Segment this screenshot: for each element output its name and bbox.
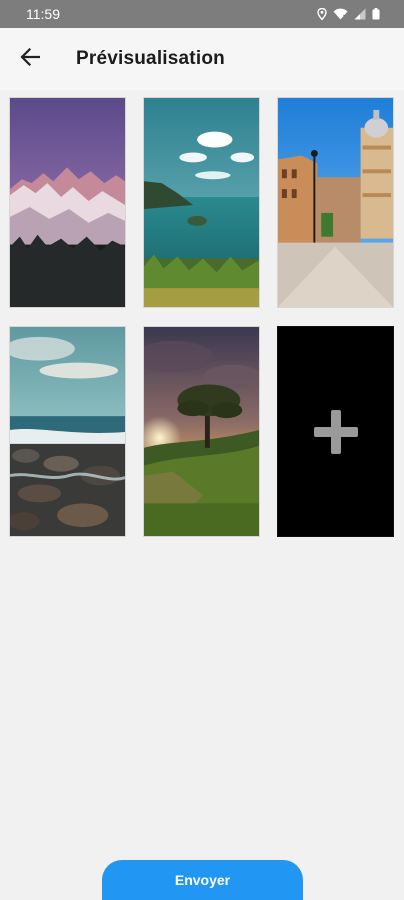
signal-icon bbox=[354, 8, 366, 20]
location-icon bbox=[317, 8, 327, 20]
image-grid bbox=[9, 97, 394, 537]
wifi-icon bbox=[333, 8, 348, 20]
status-time: 11:59 bbox=[26, 6, 60, 22]
image-thumbnail-mountains[interactable] bbox=[9, 97, 126, 308]
status-icons bbox=[317, 8, 380, 20]
battery-icon bbox=[372, 8, 380, 20]
add-image-button[interactable] bbox=[277, 326, 394, 537]
image-thumbnail-tree[interactable] bbox=[143, 326, 260, 537]
send-button[interactable]: Envoyer bbox=[102, 860, 303, 900]
image-thumbnail-seashore[interactable] bbox=[9, 326, 126, 537]
arrow-left-icon bbox=[20, 47, 41, 71]
back-button[interactable] bbox=[0, 28, 60, 90]
image-thumbnail-lake[interactable] bbox=[143, 97, 260, 308]
image-thumbnail-city[interactable] bbox=[277, 97, 394, 308]
plus-icon bbox=[312, 408, 360, 456]
app-bar: Prévisualisation bbox=[0, 28, 404, 90]
status-bar: 11:59 bbox=[0, 0, 404, 28]
page-title: Prévisualisation bbox=[76, 48, 225, 69]
